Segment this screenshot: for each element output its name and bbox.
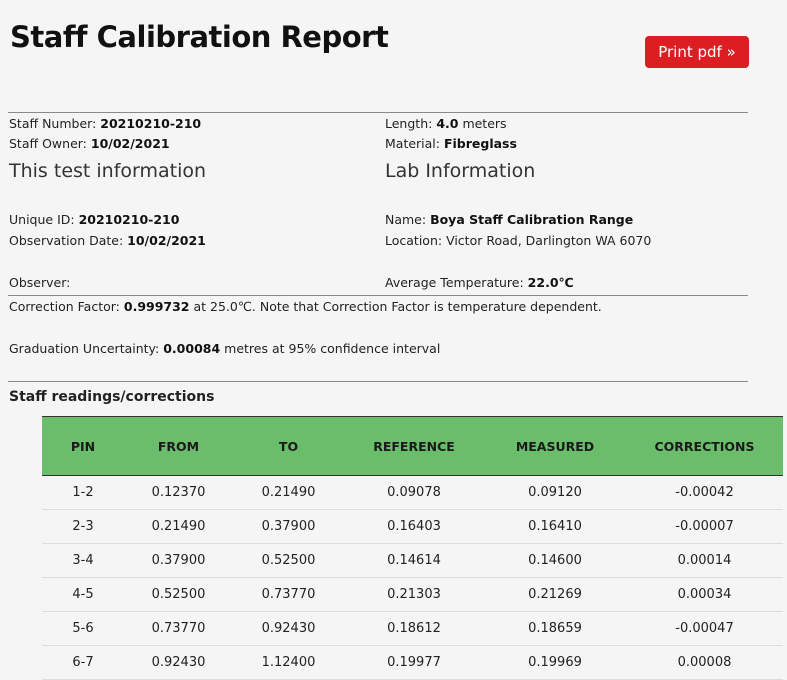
lab-info-heading: Lab Information [385,160,536,182]
table-cell: 0.52500 [124,577,233,612]
table-cell: 0.16403 [344,509,484,544]
table-cell: 0.37900 [124,543,233,578]
table-cell: 1.12400 [233,645,344,680]
table-header-row: PIN FROM TO REFERENCE MEASURED CORRECTIO… [42,416,783,476]
table-cell: 0.21490 [233,475,344,510]
table-cell: 0.14614 [344,543,484,578]
table-cell: 0.73770 [124,611,233,646]
table-cell: 0.18659 [484,611,626,646]
correction-factor: Correction Factor: 0.999732 at 25.0℃. No… [9,299,602,314]
table-row: 5-6 0.73770 0.92430 0.18612 0.18659 -0.0… [42,611,783,646]
lab-name: Name: Boya Staff Calibration Range [385,212,634,227]
average-temperature: Average Temperature: 22.0℃ [385,275,574,290]
table-cell: 0.09120 [484,475,626,510]
table-cell: 0.12370 [124,475,233,510]
table-cell: 0.52500 [233,543,344,578]
print-pdf-button[interactable]: Print pdf » [645,36,749,68]
table-cell: 0.92430 [233,611,344,646]
divider [8,381,748,382]
table-row: 1-2 0.12370 0.21490 0.09078 0.09120 -0.0… [42,475,783,510]
observer: Observer: [9,275,71,290]
divider [8,112,748,113]
readings-heading: Staff readings/corrections [9,389,215,405]
table-cell: 0.14600 [484,543,626,578]
unique-id: Unique ID: 20210210-210 [9,212,180,227]
readings-table: PIN FROM TO REFERENCE MEASURED CORRECTIO… [42,416,783,680]
staff-owner: Staff Owner: 10/02/2021 [9,136,170,151]
table-cell: 0.73770 [233,577,344,612]
observation-date: Observation Date: 10/02/2021 [9,233,206,248]
graduation-uncertainty: Graduation Uncertainty: 0.00084 metres a… [9,341,441,356]
table-cell: 0.37900 [233,509,344,544]
staff-length: Length: 4.0 meters [385,116,507,131]
table-row: 6-7 0.92430 1.12400 0.19977 0.19969 0.00… [42,645,783,680]
table-cell: 4-5 [42,577,124,612]
table-cell: -0.00007 [626,509,783,544]
staff-number: Staff Number: 20210210-210 [9,116,202,131]
table-cell: -0.00042 [626,475,783,510]
staff-material: Material: Fibreglass [385,136,517,151]
table-cell: 0.21490 [124,509,233,544]
table-cell: 6-7 [42,645,124,680]
divider [8,295,748,296]
table-cell: 1-2 [42,475,124,510]
table-cell: 0.09078 [344,475,484,510]
table-cell: 2-3 [42,509,124,544]
lab-location: Location: Victor Road, Darlington WA 607… [385,233,652,248]
table-cell: -0.00047 [626,611,783,646]
table-cell: 0.18612 [344,611,484,646]
column-header: MEASURED [484,416,626,476]
table-cell: 5-6 [42,611,124,646]
table-cell: 3-4 [42,543,124,578]
table-row: 2-3 0.21490 0.37900 0.16403 0.16410 -0.0… [42,509,783,544]
table-cell: 0.19977 [344,645,484,680]
test-info-heading: This test information [9,160,207,182]
table-cell: 0.00014 [626,543,783,578]
table-cell: 0.21303 [344,577,484,612]
table-cell: 0.92430 [124,645,233,680]
table-cell: 0.21269 [484,577,626,612]
column-header: TO [233,416,344,476]
table-cell: 0.00034 [626,577,783,612]
column-header: FROM [124,416,233,476]
column-header: CORRECTIONS [626,416,783,476]
column-header: PIN [42,416,124,476]
table-row: 3-4 0.37900 0.52500 0.14614 0.14600 0.00… [42,543,783,578]
table-cell: 0.16410 [484,509,626,544]
table-row: 4-5 0.52500 0.73770 0.21303 0.21269 0.00… [42,577,783,612]
column-header: REFERENCE [344,416,484,476]
table-cell: 0.19969 [484,645,626,680]
table-cell: 0.00008 [626,645,783,680]
page-title: Staff Calibration Report [10,20,389,54]
